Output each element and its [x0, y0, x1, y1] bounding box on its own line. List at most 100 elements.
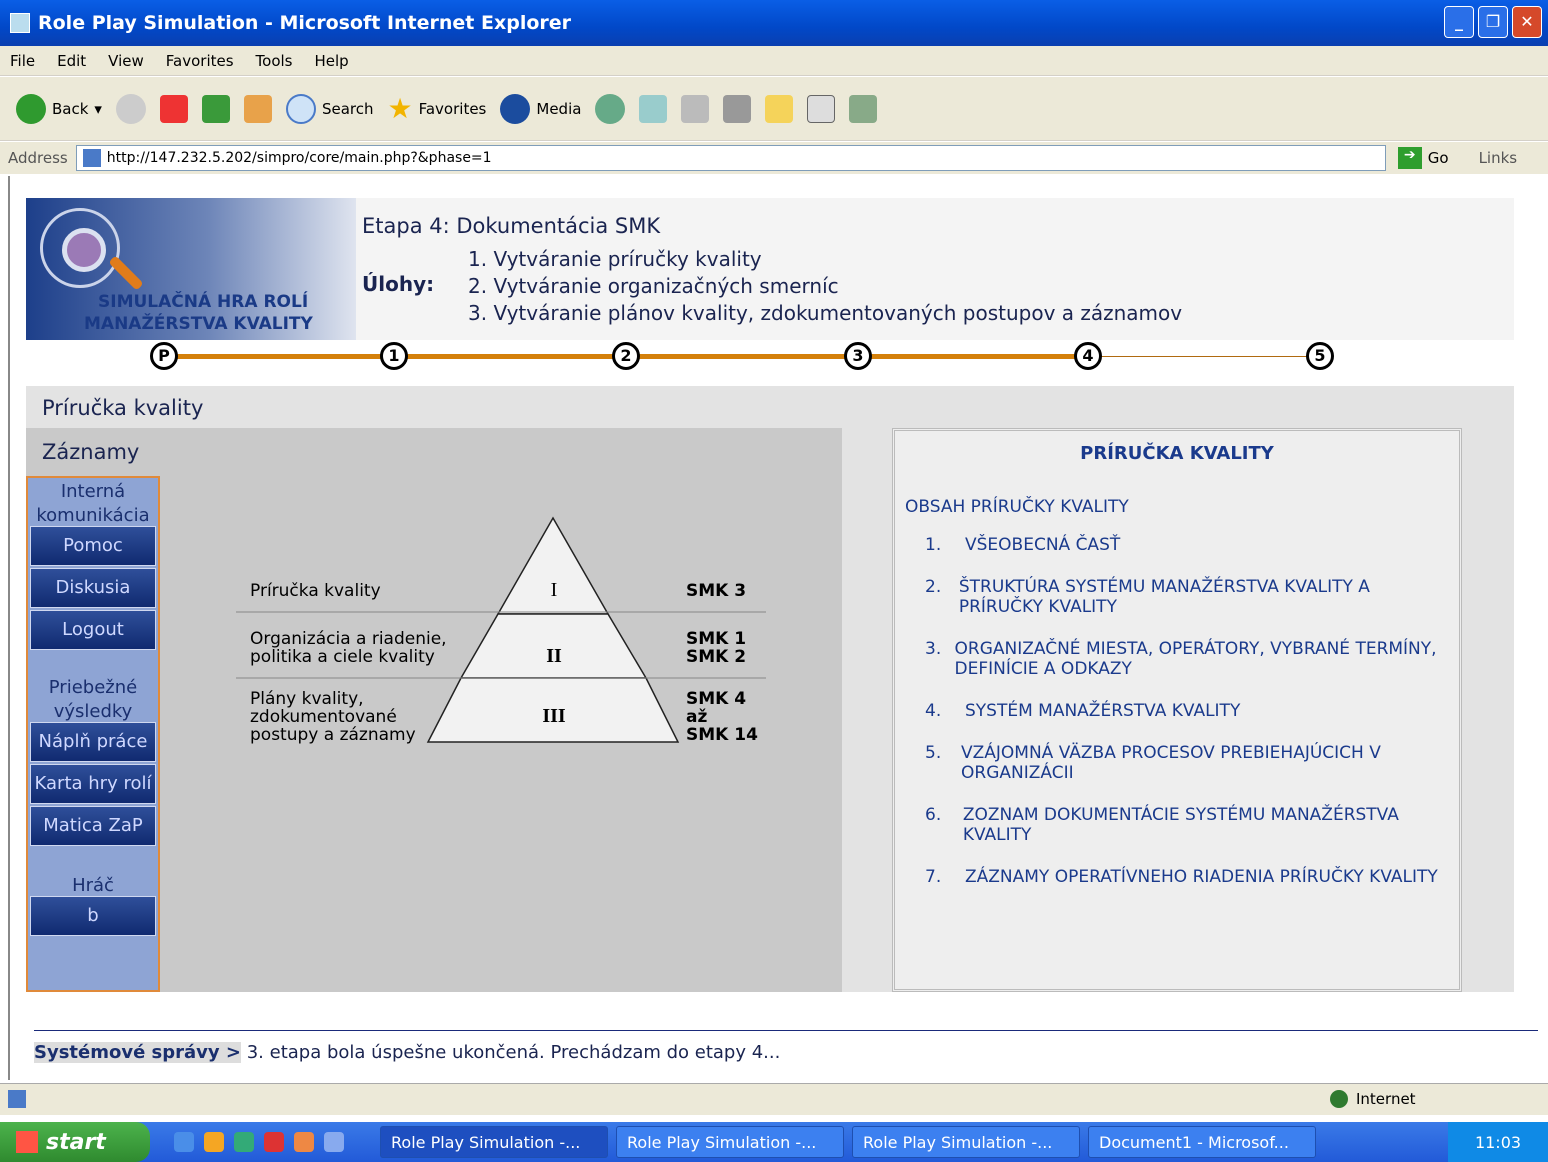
- forward-arrow-icon[interactable]: [115, 93, 146, 124]
- menu-help[interactable]: Help: [315, 52, 349, 70]
- toc-item[interactable]: 2. ŠTRUKTÚRA SYSTÉMU MANAŽÉRSTVA KVALITY …: [925, 577, 1445, 617]
- records-panel: Záznamy Interná komunikácia Pomoc Diskus…: [26, 428, 842, 992]
- status-bar: Internet: [0, 1083, 1548, 1115]
- help-button[interactable]: Pomoc: [30, 526, 156, 566]
- discussion-button[interactable]: Diskusia: [30, 568, 156, 608]
- mail-icon[interactable]: [639, 94, 668, 123]
- media-icon: [500, 93, 531, 124]
- home-icon[interactable]: [243, 94, 272, 123]
- address-input[interactable]: http://147.232.5.202/simpro/core/main.ph…: [75, 145, 1386, 171]
- stop-icon[interactable]: [159, 94, 188, 123]
- discuss-icon[interactable]: [765, 94, 794, 123]
- menu-view[interactable]: View: [108, 52, 144, 70]
- toc-item[interactable]: 4. SYSTÉM MANAŽÉRSTVA KVALITY: [925, 701, 1445, 721]
- history-icon[interactable]: [595, 93, 626, 124]
- menu-tools[interactable]: Tools: [256, 52, 293, 70]
- back-button[interactable]: Back ▾: [16, 93, 102, 124]
- nav-label-results2: výsledky: [53, 701, 133, 722]
- smk-label: SMK 14: [686, 725, 758, 745]
- level-label: postupy a záznamy: [250, 725, 416, 745]
- remaining-line: [1088, 356, 1320, 357]
- dropdown-arrow-icon[interactable]: ▾: [94, 100, 102, 118]
- quick-launch: [174, 1132, 344, 1152]
- internet-zone-icon: [1330, 1090, 1348, 1108]
- job-description-button[interactable]: Náplň práce: [30, 722, 156, 762]
- window-titlebar: Role Play Simulation - Microsoft Interne…: [0, 0, 1548, 46]
- media-label: Media: [536, 99, 582, 118]
- taskbar: start Role Play Simulation -... Role Pla…: [0, 1122, 1548, 1162]
- go-arrow-icon: ➔: [1397, 147, 1422, 169]
- task-word[interactable]: Document1 - Microsof...: [1088, 1126, 1316, 1158]
- close-button[interactable]: ✕: [1512, 6, 1542, 38]
- stage-title: Etapa 4: Dokumentácia SMK: [362, 214, 661, 238]
- desktop-quicklaunch-icon[interactable]: [324, 1132, 344, 1152]
- toc-item[interactable]: 6. ZOZNAM DOKUMENTÁCIE SYSTÉMU MANAŽÉRSTV…: [925, 805, 1445, 845]
- task-item: 2. Vytváranie organizačných smerníc: [468, 274, 839, 298]
- smk-label: SMK 4: [686, 689, 746, 709]
- links-button[interactable]: Links: [1479, 149, 1518, 167]
- toc-item[interactable]: 1. VŠEOBECNÁ ČASŤ: [925, 535, 1445, 555]
- menu-edit[interactable]: Edit: [57, 52, 86, 70]
- logo-line2: MANAŽÉRSTVA KVALITY: [84, 314, 313, 334]
- go-label: Go: [1427, 149, 1449, 167]
- media-button[interactable]: Media: [500, 93, 582, 124]
- windows-logo-icon: [16, 1131, 38, 1153]
- task-ie-3[interactable]: Role Play Simulation -...: [852, 1126, 1080, 1158]
- minimize-button[interactable]: _: [1444, 6, 1474, 38]
- toc-item[interactable]: 3. ORGANIZAČNÉ MIESTA, OPERÁTORY, VYBRANÉ…: [925, 639, 1445, 679]
- task-ie-1[interactable]: Role Play Simulation -...: [380, 1126, 608, 1158]
- start-label: start: [46, 1129, 106, 1155]
- favorites-label: Favorites: [418, 99, 487, 118]
- manual-contents-heading[interactable]: OBSAH PRÍRUČKY KVALITY: [905, 497, 1129, 517]
- phase-stepper: P 1 2 3 4 5: [150, 336, 1350, 380]
- nav-label-results: Priebežné: [48, 677, 138, 698]
- search-button[interactable]: Search: [285, 93, 374, 124]
- smk-label: SMK 1: [686, 629, 746, 649]
- nav-label-internal: Interná: [60, 481, 126, 502]
- menu-favorites[interactable]: Favorites: [166, 52, 234, 70]
- back-arrow-icon: [16, 93, 46, 124]
- toc-item[interactable]: 7. ZÁZNAMY OPERATÍVNEHO RIADENIA PRÍRUČKY…: [925, 867, 1445, 887]
- logo-line1: SIMULAČNÁ HRA ROLÍ: [98, 292, 309, 312]
- app-quicklaunch-icon[interactable]: [234, 1132, 254, 1152]
- research-icon[interactable]: [849, 94, 878, 123]
- start-button[interactable]: start: [0, 1122, 150, 1162]
- documentation-pyramid: I II III Príručka kvality Organizácia a …: [236, 516, 766, 745]
- app2-quicklaunch-icon[interactable]: [264, 1132, 284, 1152]
- logout-button[interactable]: Logout: [30, 610, 156, 650]
- page-header: SIMULAČNÁ HRA ROLÍ MANAŽÉRSTVA KVALITY E…: [26, 198, 1514, 340]
- media-quicklaunch-icon[interactable]: [204, 1132, 224, 1152]
- go-button[interactable]: ➔ Go: [1397, 147, 1449, 169]
- menu-file[interactable]: File: [10, 52, 35, 70]
- smk-label: až: [686, 707, 707, 727]
- messages-text: 3. etapa bola úspešne ukončená. Prechádz…: [246, 1042, 781, 1063]
- smk-label: SMK 2: [686, 647, 746, 667]
- task-item: 1. Vytváranie príručky kvality: [468, 247, 762, 271]
- restore-button[interactable]: ❐: [1478, 6, 1508, 38]
- role-card-button[interactable]: Karta hry rolí: [30, 764, 156, 804]
- step-1: 1: [380, 342, 408, 370]
- favorites-button[interactable]: ★ Favorites: [388, 92, 487, 125]
- address-label: Address: [8, 149, 68, 167]
- divider: [34, 1030, 1538, 1031]
- level-roman-2: II: [546, 645, 562, 667]
- refresh-icon[interactable]: [201, 94, 230, 123]
- clock: 11:03: [1474, 1132, 1522, 1152]
- page-status-icon: [8, 1090, 26, 1108]
- window-title: Role Play Simulation - Microsoft Interne…: [38, 12, 572, 34]
- page-icon: [82, 149, 101, 167]
- level-label: zdokumentované: [250, 707, 397, 727]
- print-icon[interactable]: [681, 94, 710, 123]
- task-ie-2[interactable]: Role Play Simulation -...: [616, 1126, 844, 1158]
- smk-label: SMK 3: [686, 581, 746, 601]
- player-button[interactable]: b: [30, 896, 156, 936]
- messenger-icon[interactable]: [807, 94, 836, 123]
- address-bar: Address http://147.232.5.202/simpro/core…: [0, 142, 1548, 174]
- manual-title: PRÍRUČKA KVALITY: [1080, 443, 1274, 464]
- toc-item[interactable]: 5. VZÁJOMNÁ VÄZBA PROCESOV PREBIEHAJÚCICH…: [925, 743, 1445, 783]
- ie-quicklaunch-icon[interactable]: [174, 1132, 194, 1152]
- edit-icon[interactable]: [723, 94, 752, 123]
- clock-quicklaunch-icon[interactable]: [294, 1132, 314, 1152]
- zone-label: Internet: [1356, 1090, 1416, 1108]
- matrix-button[interactable]: Matica ZaP: [30, 806, 156, 846]
